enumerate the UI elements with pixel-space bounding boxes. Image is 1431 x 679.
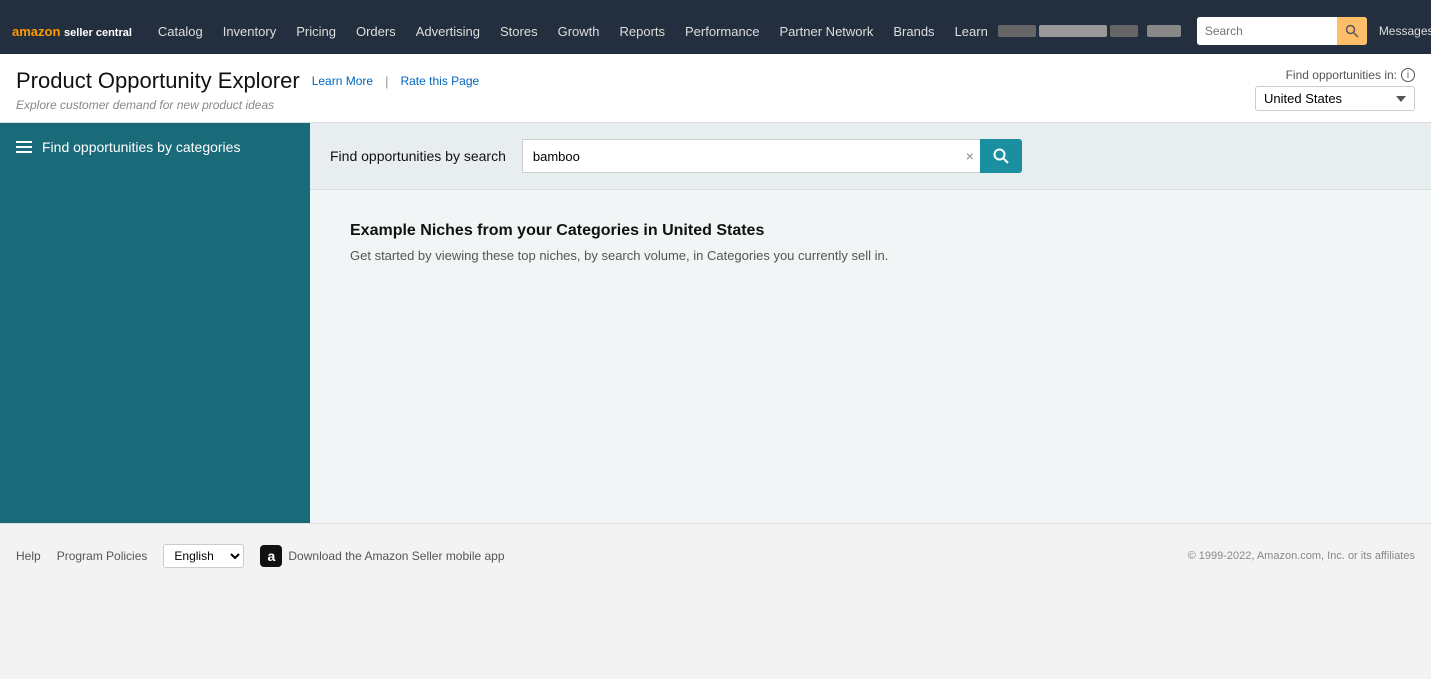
nav-pricing[interactable]: Pricing xyxy=(286,8,346,54)
nav-performance[interactable]: Performance xyxy=(675,8,769,54)
search-icon xyxy=(993,148,1009,164)
main-content: Find opportunities by categories Find op… xyxy=(0,123,1431,523)
footer-help-link[interactable]: Help xyxy=(16,549,41,563)
find-opp-label: Find opportunities in: i xyxy=(1286,68,1415,82)
hamburger-line-2 xyxy=(16,146,32,148)
opp-search-clear-button[interactable]: × xyxy=(960,139,980,173)
footer: Help Program Policies English Español Fr… xyxy=(0,523,1431,588)
amazon-logo[interactable]: amazon seller central xyxy=(12,24,132,39)
nav-catalog[interactable]: Catalog xyxy=(148,8,213,54)
nav-reports[interactable]: Reports xyxy=(609,8,675,54)
search-area: Find opportunities by search × xyxy=(310,123,1431,190)
nav-inventory[interactable]: Inventory xyxy=(213,8,286,54)
header-search-button[interactable] xyxy=(1337,17,1367,45)
nav-growth[interactable]: Growth xyxy=(548,8,610,54)
top-bar xyxy=(0,0,1431,8)
page-title-text: Product Opportunity Explorer xyxy=(16,68,300,94)
nav-partner-network[interactable]: Partner Network xyxy=(769,8,883,54)
app-download-label: Download the Amazon Seller mobile app xyxy=(288,549,504,563)
find-opportunities-section: Find opportunities in: i United States C… xyxy=(1255,68,1415,111)
content-area: Find opportunities by search × Example N… xyxy=(310,123,1431,523)
header-right: Messages | Help | Settings xyxy=(998,17,1431,45)
header-links: Messages | Help | Settings xyxy=(1375,24,1431,38)
sidebar-categories-label: Find opportunities by categories xyxy=(42,139,240,155)
sidebar: Find opportunities by categories xyxy=(0,123,310,523)
learn-more-link[interactable]: Learn More xyxy=(312,74,373,88)
title-pipe: | xyxy=(385,74,388,89)
nav-orders[interactable]: Orders xyxy=(346,8,406,54)
language-select[interactable]: English Español Français Deutsch xyxy=(163,544,244,568)
account-bar-4 xyxy=(1147,25,1181,37)
country-select[interactable]: United States Canada Germany France UK J… xyxy=(1255,86,1415,111)
account-bar-3 xyxy=(1110,25,1138,37)
opportunity-search-input[interactable] xyxy=(522,139,960,173)
opp-search-button[interactable] xyxy=(980,139,1022,173)
find-by-search-label: Find opportunities by search xyxy=(330,148,506,164)
hamburger-line-3 xyxy=(16,151,32,153)
app-download[interactable]: a Download the Amazon Seller mobile app xyxy=(260,545,504,567)
main-nav: Catalog Inventory Pricing Orders Adverti… xyxy=(148,8,998,54)
app-icon: a xyxy=(260,545,282,567)
account-bars xyxy=(998,25,1181,37)
header-search-input[interactable] xyxy=(1197,17,1337,45)
logo-seller: seller central xyxy=(64,27,132,39)
account-bar-2 xyxy=(1039,25,1107,37)
page-title-section: Product Opportunity Explorer Learn More … xyxy=(16,68,479,112)
hamburger-icon xyxy=(16,141,32,153)
account-bar-1 xyxy=(998,25,1036,37)
niches-subtitle: Get started by viewing these top niches,… xyxy=(350,248,1391,263)
copyright: © 1999-2022, Amazon.com, Inc. or its aff… xyxy=(1188,550,1415,562)
find-opp-label-text: Find opportunities in: xyxy=(1286,68,1397,82)
search-icon xyxy=(1345,24,1359,38)
hamburger-line-1 xyxy=(16,141,32,143)
nav-learn[interactable]: Learn xyxy=(945,8,998,54)
sidebar-categories-item[interactable]: Find opportunities by categories xyxy=(0,123,310,171)
page-subtitle: Explore customer demand for new product … xyxy=(16,98,479,112)
rate-page-link[interactable]: Rate this Page xyxy=(400,74,479,88)
header: amazon seller central Catalog Inventory … xyxy=(0,8,1431,54)
page-title: Product Opportunity Explorer Learn More … xyxy=(16,68,479,94)
niches-title: Example Niches from your Categories in U… xyxy=(350,222,1391,240)
header-search-box[interactable] xyxy=(1197,17,1367,45)
page-header: Product Opportunity Explorer Learn More … xyxy=(0,54,1431,123)
footer-program-policies-link[interactable]: Program Policies xyxy=(57,549,148,563)
messages-link[interactable]: Messages xyxy=(1375,24,1431,38)
nav-brands[interactable]: Brands xyxy=(883,8,944,54)
niches-section: Example Niches from your Categories in U… xyxy=(310,190,1431,295)
logo-amazon: amazon xyxy=(12,24,60,39)
nav-advertising[interactable]: Advertising xyxy=(406,8,490,54)
info-icon[interactable]: i xyxy=(1401,68,1415,82)
nav-stores[interactable]: Stores xyxy=(490,8,548,54)
opportunity-search-wrapper: × xyxy=(522,139,1022,173)
